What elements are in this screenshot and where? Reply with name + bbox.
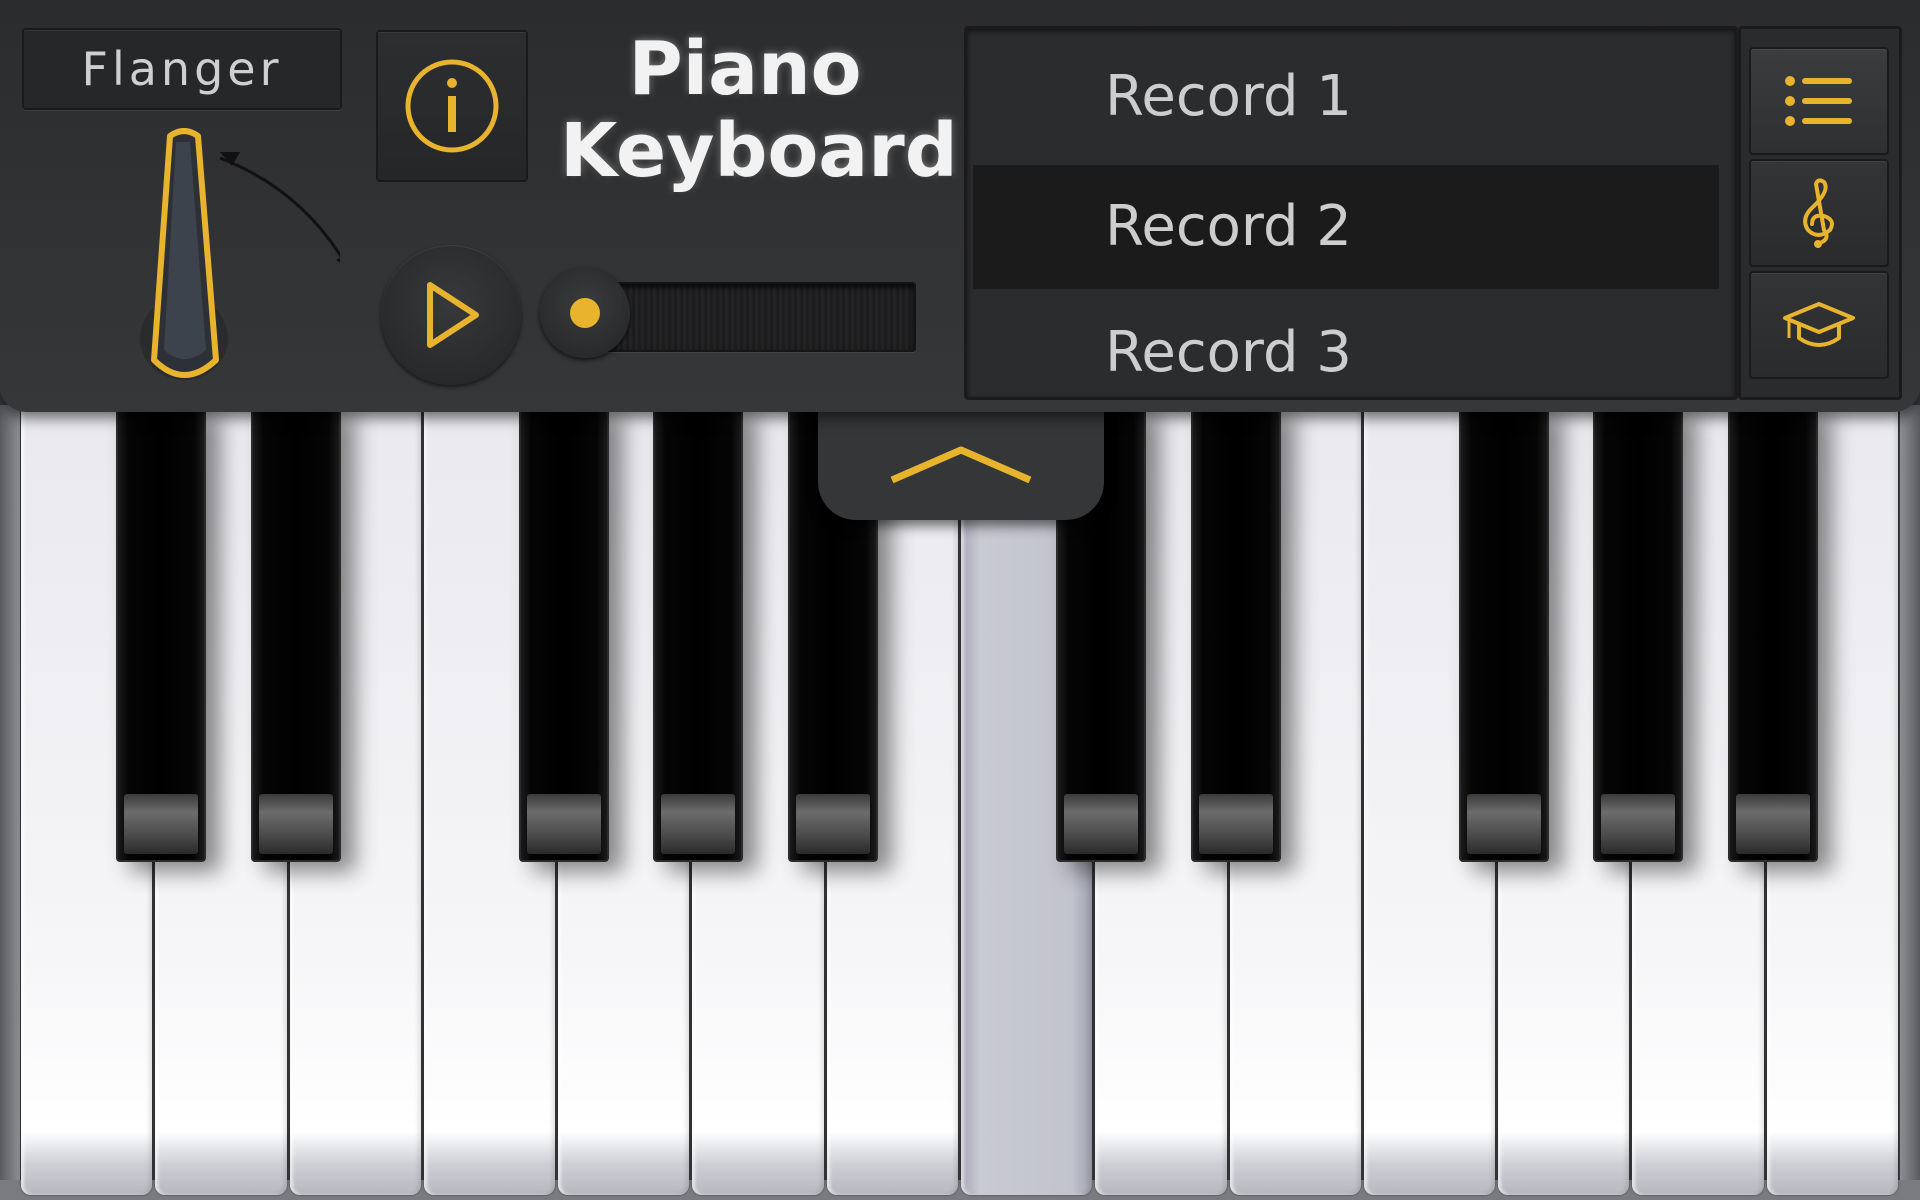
record-item[interactable]: Record 3 — [973, 291, 1719, 397]
treble-clef-icon — [1803, 178, 1834, 248]
black-key[interactable] — [1727, 405, 1818, 862]
progress-knob-dot — [570, 298, 600, 328]
app-title: Piano Keyboard — [560, 26, 958, 194]
black-key[interactable] — [250, 405, 341, 862]
songs-button[interactable] — [1749, 159, 1889, 267]
black-key[interactable] — [653, 405, 744, 862]
app-title-line2: Keyboard — [560, 108, 958, 194]
list-icon — [1785, 76, 1852, 126]
keyboard-left-edge — [0, 405, 20, 1200]
black-key[interactable] — [1593, 405, 1684, 862]
playback-progress-track[interactable] — [600, 282, 916, 352]
records-list[interactable]: Record 1 Record 2 Record 3 — [964, 26, 1738, 400]
chevron-up-icon — [890, 446, 1032, 484]
learn-button[interactable] — [1749, 271, 1889, 379]
side-menu — [1738, 26, 1902, 400]
play-button[interactable] — [381, 245, 521, 385]
info-button[interactable] — [376, 30, 528, 182]
control-panel: Flanger Piano Keyboard Record 1 Record 2… — [0, 0, 1920, 412]
graduation-cap-icon — [1783, 302, 1855, 347]
playback-progress-knob[interactable] — [540, 268, 630, 358]
records-list-button[interactable] — [1749, 47, 1889, 155]
black-key[interactable] — [116, 405, 207, 862]
app-title-line1: Piano — [628, 26, 862, 112]
effect-label: Flanger — [81, 42, 283, 96]
record-item[interactable]: Record 1 — [973, 35, 1719, 159]
info-icon — [405, 59, 499, 153]
black-key[interactable] — [1459, 405, 1550, 862]
black-key[interactable] — [519, 405, 610, 862]
pitch-bend-lever[interactable] — [140, 128, 340, 398]
effect-selector[interactable]: Flanger — [22, 28, 342, 110]
play-icon — [427, 282, 479, 348]
keyboard-right-edge — [1900, 405, 1920, 1200]
black-key[interactable] — [1190, 405, 1281, 862]
record-item-selected[interactable]: Record 2 — [973, 165, 1719, 289]
